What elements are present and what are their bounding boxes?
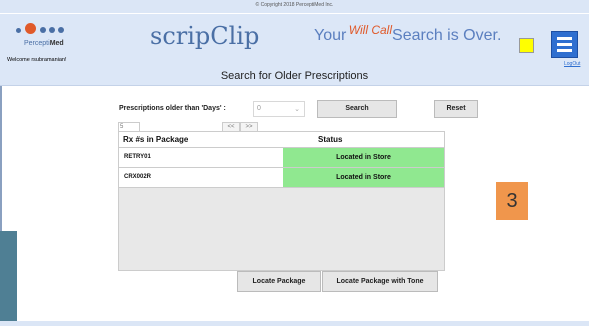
- days-select[interactable]: 0 ⌄: [253, 101, 305, 117]
- page-title: Search for Older Prescriptions: [220, 70, 369, 82]
- table-row[interactable]: RETRY01 Located in Store: [119, 148, 444, 168]
- tagline-accent: Will Call: [348, 23, 393, 37]
- search-button[interactable]: Search: [317, 100, 397, 118]
- table-header: Rx #s in Package Status: [119, 132, 444, 148]
- yellow-square-icon[interactable]: [519, 38, 534, 53]
- footer-bar: [0, 321, 589, 326]
- locate-package-button[interactable]: Locate Package: [237, 271, 321, 292]
- tagline: Your Will CallSearch is Over.: [314, 23, 502, 44]
- rx-number: RETRY01: [124, 154, 151, 160]
- column-header-status: Status: [318, 135, 343, 144]
- status-cell: Located in Store: [283, 168, 444, 187]
- welcome-text: Welcome rsubramanian!: [7, 57, 67, 63]
- prescriptions-table: Rx #s in Package Status RETRY01 Located …: [118, 131, 445, 271]
- copyright-text: © Copyright 2018 PerceptiMed Inc.: [255, 2, 334, 8]
- days-filter-label: Prescriptions older than 'Days' :: [119, 105, 226, 112]
- days-value: 0: [257, 105, 261, 112]
- status-cell: Located in Store: [283, 148, 444, 167]
- locate-package-with-tone-button[interactable]: Locate Package with Tone: [322, 271, 438, 292]
- page-title-bar: Search for Older Prescriptions: [0, 68, 589, 86]
- logo-text: PerceptiMed: [24, 40, 64, 47]
- reset-button[interactable]: Reset: [434, 100, 478, 118]
- table-row[interactable]: CRX002R Located in Store: [119, 168, 444, 188]
- app-brand: scripClip: [150, 22, 260, 50]
- logout-link[interactable]: LogOut: [564, 61, 580, 67]
- hamburger-menu-icon[interactable]: [551, 31, 578, 58]
- side-panel: [0, 231, 17, 326]
- copyright-bar: © Copyright 2018 PerceptiMed Inc.: [0, 0, 589, 13]
- page-size-value: 5: [120, 124, 124, 130]
- chevron-down-icon: ⌄: [294, 106, 300, 113]
- count-badge: 3: [496, 182, 528, 220]
- column-header-rx: Rx #s in Package: [123, 135, 189, 144]
- rx-number: CRX002R: [124, 174, 152, 180]
